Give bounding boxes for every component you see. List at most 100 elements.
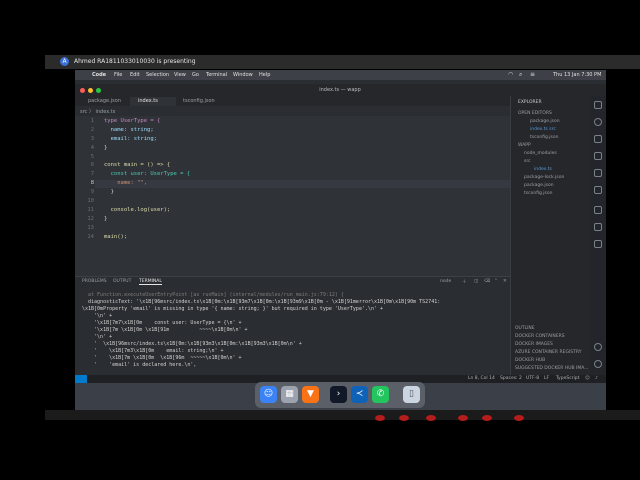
suggested-images-section[interactable]: SUGGESTED DOCKER HUB IMA... [515,365,589,372]
split-terminal-icon[interactable]: ◫ [474,279,478,284]
maximize-panel-icon[interactable]: ⌃ [494,279,498,284]
remote-explorer-icon[interactable] [594,169,602,177]
remote-indicator-icon[interactable] [75,375,87,383]
tree-folder[interactable]: src [524,158,531,165]
code-line[interactable]: } [104,216,107,222]
tab-index-ts[interactable]: index.ts [130,97,176,106]
terminal-line: '\x1B[7m \x1B[0m \x1B[91m ~~~~\x1B[0m\n'… [82,327,248,333]
meeting-control-icon[interactable] [375,415,385,421]
testing-icon[interactable] [594,223,602,231]
code-line[interactable]: console.log(user); [104,207,171,213]
tab-tsconfig-json[interactable]: tsconfig.json [175,97,228,106]
zoom-window-icon[interactable] [96,88,101,93]
code-line[interactable]: const main = () => { [104,162,170,168]
cursor-position[interactable]: Ln 8, Col 14 [468,375,495,383]
end-of-line[interactable]: LF [544,375,549,383]
outline-section[interactable]: OUTLINE [515,325,535,332]
open-file-item[interactable]: index.ts src [530,126,556,133]
meeting-control-icon[interactable] [426,415,436,421]
new-terminal-icon[interactable]: ＋ [462,279,467,285]
code-line[interactable]: } [104,189,114,195]
live-share-icon[interactable] [594,240,602,248]
tree-file[interactable]: tsconfig.json [524,190,553,197]
terminal-line: '\x1B[7m7\x1B[0m const user: UserType = … [82,320,242,326]
open-editors-section[interactable]: OPEN EDITORS [518,110,552,117]
azure-registry-section[interactable]: AZURE CONTAINER REGISTRY [515,349,581,356]
docker-hub-section[interactable]: DOCKER HUB [515,357,545,364]
menu-edit[interactable]: Edit [130,71,140,79]
menu-window[interactable]: Window [233,71,253,79]
finder-icon[interactable]: ☺ [260,386,277,403]
launchpad-icon[interactable]: ▦ [281,386,298,403]
meeting-controls [45,410,640,420]
trash-terminal-icon[interactable]: ⌫ [484,279,490,284]
code-line[interactable]: email: string; [104,136,157,142]
code-line[interactable]: name: string; [104,127,154,133]
menu-go[interactable]: Go [192,71,199,79]
whatsapp-icon[interactable]: ✆ [372,386,389,403]
meeting-control-icon[interactable] [514,415,524,421]
tab-problems[interactable]: PROBLEMS [82,279,107,284]
menubar-clock[interactable]: Thu 13 Jan 7:30 PM [553,71,601,79]
encoding[interactable]: UTF-8 [526,375,539,383]
meeting-control-icon[interactable] [482,415,492,421]
presenter-avatar: A [60,57,69,66]
settings-gear-icon[interactable] [594,360,602,368]
language-mode[interactable]: TypeScript [556,375,579,383]
brave-icon[interactable]: ▼ [302,386,319,403]
tree-file[interactable]: package.json [524,182,554,189]
menu-terminal[interactable]: Terminal [206,71,227,79]
trash-icon[interactable]: ▯ [403,386,420,403]
window-title: index.ts — wapp [319,87,361,93]
meeting-control-icon[interactable] [399,415,409,421]
tree-file-selected[interactable]: index.ts [534,166,552,173]
terminal-app-icon[interactable]: › [330,386,347,403]
docker-containers-section[interactable]: DOCKER CONTAINERS [515,333,565,340]
tree-file[interactable]: package-lock.json [524,174,564,181]
terminal-line: ' 'email' is declared here.\n', [82,362,197,368]
wifi-icon[interactable]: ◠ [508,71,513,79]
docker-icon[interactable] [594,206,602,214]
code-line[interactable]: } [104,145,107,151]
source-control-icon[interactable] [594,135,602,143]
code-line[interactable]: type UserType = { [104,118,160,124]
account-icon[interactable] [594,343,602,351]
terminal-line: \x1B[0mProperty 'email' is missing in ty… [82,306,384,312]
line-number: 2 [90,127,94,133]
meeting-control-icon[interactable] [458,415,468,421]
code-line[interactable]: main(); [104,234,127,240]
search-icon[interactable]: ⌕ [519,71,522,79]
menu-file[interactable]: File [114,71,122,79]
tab-output[interactable]: OUTPUT [113,279,131,284]
menu-view[interactable]: View [174,71,186,79]
run-debug-icon[interactable] [594,152,602,160]
tree-folder[interactable]: node_modules [524,150,557,157]
menu-code[interactable]: Code [92,71,106,79]
search-panel-icon[interactable] [594,118,602,126]
open-file-item[interactable]: tsconfig.json [530,134,559,141]
breadcrumb[interactable]: src 〉 index.ts [80,108,115,115]
tab-label: index.ts [138,98,158,104]
vscode-icon[interactable]: ≺ [351,386,368,403]
terminal-line: diagnosticText: '\x1B[96msrc/index.ts\x1… [82,299,441,305]
terminal-shell-select[interactable]: node [440,279,451,284]
close-window-icon[interactable] [80,88,85,93]
menu-selection[interactable]: Selection [146,71,169,79]
feedback-icon[interactable]: ☺ [585,375,590,383]
minimize-window-icon[interactable] [88,88,93,93]
open-file-item[interactable]: package.json [530,118,560,125]
tab-terminal[interactable]: TERMINAL [139,279,162,285]
active-line-highlight [95,180,510,188]
indentation[interactable]: Spaces: 2 [500,375,522,383]
code-line[interactable]: const user: UserType = { [104,171,190,177]
project-section[interactable]: WAPP [518,142,531,149]
control-center-icon[interactable]: ≡ [530,71,535,79]
menu-help[interactable]: Help [259,71,270,79]
close-panel-icon[interactable]: ✕ [503,279,507,284]
code-line-active[interactable]: name: "", [104,180,147,186]
docker-images-section[interactable]: DOCKER IMAGES [515,341,553,348]
explorer-icon[interactable] [594,101,602,109]
notifications-bell-icon[interactable]: ♪ [595,375,598,383]
tab-package-json[interactable]: package.json [80,97,133,106]
extensions-icon[interactable] [594,186,602,194]
